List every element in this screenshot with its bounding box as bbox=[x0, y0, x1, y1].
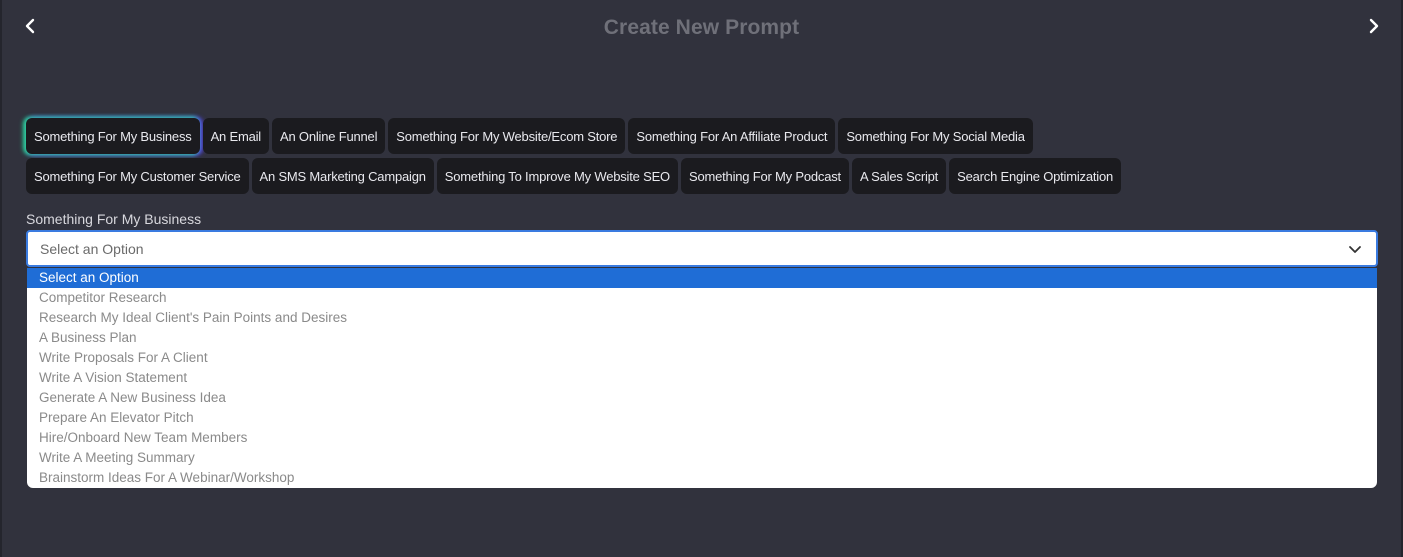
dropdown-option[interactable]: Research My Ideal Client's Pain Points a… bbox=[27, 308, 1377, 328]
next-button[interactable] bbox=[1362, 14, 1386, 38]
dropdown-option[interactable]: Prepare An Elevator Pitch bbox=[27, 408, 1377, 428]
chip-affiliate-product[interactable]: Something For An Affiliate Product bbox=[628, 118, 836, 154]
chip-website-ecom-store[interactable]: Something For My Website/Ecom Store bbox=[388, 118, 626, 154]
chevron-right-icon bbox=[1369, 18, 1379, 34]
chevron-down-icon bbox=[1349, 246, 1361, 253]
dropdown-option[interactable]: Brainstorm Ideas For A Webinar/Workshop bbox=[27, 468, 1377, 488]
dropdown-option[interactable]: Hire/Onboard New Team Members bbox=[27, 428, 1377, 448]
dropdown-option[interactable]: Select an Option bbox=[27, 268, 1377, 288]
chip-an-online-funnel[interactable]: An Online Funnel bbox=[272, 118, 386, 154]
chip-something-for-my-business[interactable]: Something For My Business bbox=[26, 118, 200, 154]
chip-social-media[interactable]: Something For My Social Media bbox=[838, 118, 1033, 154]
select-value: Select an Option bbox=[40, 240, 144, 257]
chip-podcast[interactable]: Something For My Podcast bbox=[680, 158, 849, 194]
page-title: Create New Prompt bbox=[603, 16, 800, 39]
chip-improve-website-seo[interactable]: Something To Improve My Website SEO bbox=[436, 158, 678, 194]
dropdown-option[interactable]: Write Proposals For A Client bbox=[27, 348, 1377, 368]
dropdown-list: Select an Option Competitor Research Res… bbox=[27, 268, 1377, 488]
chip-sms-marketing-campaign[interactable]: An SMS Marketing Campaign bbox=[251, 158, 434, 194]
dropdown-option[interactable]: Write A Vision Statement bbox=[27, 368, 1377, 388]
chip-an-email[interactable]: An Email bbox=[202, 118, 269, 154]
option-select[interactable]: Select an Option bbox=[26, 230, 1378, 267]
chip-customer-service[interactable]: Something For My Customer Service bbox=[26, 158, 249, 194]
field-label: Something For My Business bbox=[26, 211, 202, 227]
dropdown-option[interactable]: Competitor Research bbox=[27, 288, 1377, 308]
chip-search-engine-optimization[interactable]: Search Engine Optimization bbox=[949, 158, 1122, 194]
dropdown-option[interactable]: A Business Plan bbox=[27, 328, 1377, 348]
chip-sales-script[interactable]: A Sales Script bbox=[851, 158, 947, 194]
category-chips: Something For My Business An Email An On… bbox=[26, 118, 1246, 194]
dropdown-option[interactable]: Generate A New Business Idea bbox=[27, 388, 1377, 408]
dropdown-option[interactable]: Write A Meeting Summary bbox=[27, 448, 1377, 468]
